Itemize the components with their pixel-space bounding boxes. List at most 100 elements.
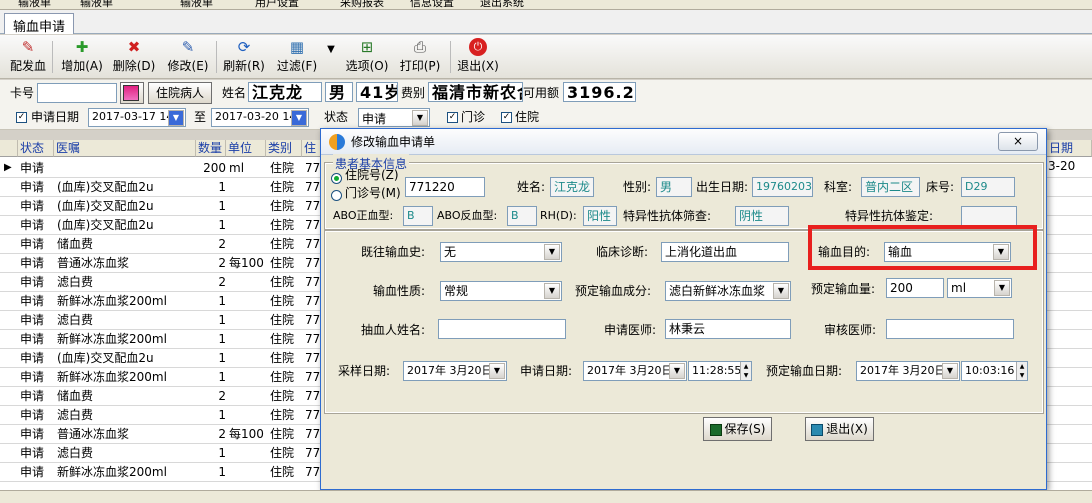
cell-status: 申请 (20, 218, 45, 232)
filter-button[interactable]: ▦ 过滤(F) (275, 38, 319, 76)
planned-amount-input[interactable]: 200 (886, 278, 944, 298)
add-button[interactable]: ✚ 增加(A) (60, 38, 104, 76)
cell-code: 77 (305, 218, 321, 232)
sample-date-picker[interactable]: 2017年 3月20日 ▼ (403, 361, 507, 381)
patient-sex: 男 (325, 82, 353, 102)
menu-strip: 输液单 输液单 输液单 用户设置 采购报表 信息设置 退出系统 (0, 0, 1092, 10)
column-header[interactable]: 类别 (266, 140, 302, 157)
chevron-down-icon[interactable]: ▼ (412, 110, 428, 126)
tab-blood-request[interactable]: 输血申请 (4, 13, 75, 35)
save-button[interactable]: 保存(S) (703, 417, 772, 441)
refresh-icon: ⟳ (237, 38, 251, 56)
reviewer-input[interactable] (886, 319, 1014, 339)
exit-label: 退出(X) (826, 422, 868, 436)
rh-field: 阳性 (583, 206, 617, 226)
chevron-down-icon: ▼ (327, 44, 335, 55)
column-header[interactable]: 状态 (18, 140, 54, 157)
cell-unit: ml (229, 161, 245, 175)
name-label: 姓名 (222, 86, 247, 100)
cell-qty: 1 (218, 351, 226, 365)
spinner-arrows-icon[interactable]: ▲ ▼ (1016, 362, 1027, 380)
transfusion-history-select[interactable]: 无 ▼ (440, 242, 562, 262)
chevron-down-icon[interactable]: ▼ (669, 363, 685, 379)
cell-type: 住院 (270, 332, 295, 346)
cell-status: 申请 (20, 275, 45, 289)
chevron-down-icon[interactable]: ▼ (544, 244, 560, 260)
diagnosis-field[interactable]: 上消化道出血 (661, 242, 789, 262)
refresh-button[interactable]: ⟳ 刷新(R) (222, 38, 266, 76)
menu-item[interactable]: 输液单 (18, 0, 51, 9)
column-header[interactable]: 单位 (226, 140, 266, 157)
delete-icon: ✖ (127, 38, 141, 56)
menu-item[interactable]: 输液单 (180, 0, 213, 9)
cell-status: 申请 (20, 427, 45, 441)
cell-code: 77 (305, 465, 321, 479)
menu-item[interactable]: 信息设置 (410, 0, 454, 9)
inpatient-radio[interactable] (331, 173, 342, 184)
chevron-down-icon[interactable]: ▼ (489, 363, 505, 379)
outpatient-checkbox[interactable]: ✓ (447, 112, 458, 123)
close-button[interactable]: × (998, 132, 1038, 151)
edit-button[interactable]: ✎ 修改(E) (166, 38, 210, 76)
card-reader-button[interactable] (120, 82, 144, 104)
spinner-arrows-icon[interactable]: ▲ ▼ (740, 362, 751, 380)
date-filter-checkbox[interactable]: ✓ (16, 112, 27, 123)
delete-button[interactable]: ✖ 删除(D) (112, 38, 156, 76)
horizontal-scrollbar[interactable] (0, 490, 1092, 503)
column-header[interactable]: 住 (302, 140, 322, 157)
column-header[interactable]: 医嘱 (54, 140, 196, 157)
planned-date-picker[interactable]: 2017年 3月20日 ▼ (856, 361, 960, 381)
cell-item: 滤白费 (57, 408, 94, 422)
component-select[interactable]: 滤白新鲜冰冻血浆 ▼ (665, 281, 791, 301)
exit-dialog-button[interactable]: 退出(X) (805, 417, 874, 441)
cell-type: 住院 (270, 351, 295, 365)
column-header[interactable]: 日期 (1047, 140, 1092, 157)
blood-drawer-input[interactable] (438, 319, 566, 339)
dispense-blood-button[interactable]: ✎ 配发血 (8, 38, 48, 76)
cell-item: 普通冰冻血浆 (57, 256, 130, 270)
cell-qty: 1 (218, 199, 226, 213)
chevron-down-icon[interactable]: ▼ (994, 280, 1010, 296)
cell-status: 申请 (20, 256, 45, 270)
amount-unit-select[interactable]: ml ▼ (947, 278, 1012, 298)
apply-date-picker[interactable]: 2017年 3月20日 ▼ (583, 361, 687, 381)
requesting-doctor-field[interactable]: 林秉云 (665, 319, 791, 339)
cell-code: 77 (305, 237, 321, 251)
chevron-down-icon[interactable]: ▼ (291, 110, 307, 126)
planned-time-spinner[interactable]: 10:03:16 ▲ ▼ (961, 361, 1028, 381)
menu-item[interactable]: 采购报表 (340, 0, 384, 9)
filter-icon: ▦ (289, 38, 305, 56)
status-select[interactable]: 申请 ▼ (358, 108, 430, 127)
cell-item: (血库)交叉配血2u (57, 180, 154, 194)
current-row-arrow-icon: ▶ (4, 162, 12, 173)
exit-button[interactable]: ⏻ 退出(X) (456, 38, 500, 76)
outpatient-radio[interactable] (331, 190, 342, 201)
planned-date-value: 2017年 3月20日 (860, 364, 946, 377)
date-to-picker[interactable]: 2017-03-20 14 ▼ (211, 108, 309, 127)
chevron-down-icon[interactable]: ▼ (942, 363, 958, 379)
filter-dropdown-button[interactable]: ▼ (322, 38, 336, 76)
chevron-down-icon[interactable]: ▼ (544, 283, 560, 299)
dob-label: 出生日期: (696, 180, 749, 194)
menu-item[interactable]: 退出系统 (480, 0, 524, 9)
card-input[interactable] (37, 83, 117, 103)
transfusion-nature-select[interactable]: 常规 ▼ (440, 281, 562, 301)
cell-type: 住院 (270, 427, 295, 441)
print-button[interactable]: ⎙ 打印(P) (398, 38, 442, 76)
patient-number-input[interactable]: 771220 (405, 177, 485, 197)
exit-icon (811, 423, 824, 436)
column-header[interactable]: 数量 (196, 140, 226, 157)
menu-item[interactable]: 用户设置 (255, 0, 299, 9)
name-field: 江克龙 (550, 177, 594, 197)
chevron-down-icon[interactable]: ▼ (168, 110, 184, 126)
close-icon: × (1012, 134, 1024, 148)
menu-item[interactable]: 输液单 (80, 0, 113, 9)
inpatient-button[interactable]: 住院病人 (148, 82, 212, 104)
chevron-down-icon[interactable]: ▼ (773, 283, 789, 299)
options-button[interactable]: ⊞ 选项(O) (345, 38, 389, 76)
date-from-picker[interactable]: 2017-03-17 14 ▼ (88, 108, 186, 127)
apply-time-spinner[interactable]: 11:28:55 ▲ ▼ (688, 361, 752, 381)
dialog-title: 修改输血申请单 (351, 135, 436, 149)
inpatient-checkbox[interactable]: ✓ (501, 112, 512, 123)
dept-label: 科室: (824, 180, 853, 194)
